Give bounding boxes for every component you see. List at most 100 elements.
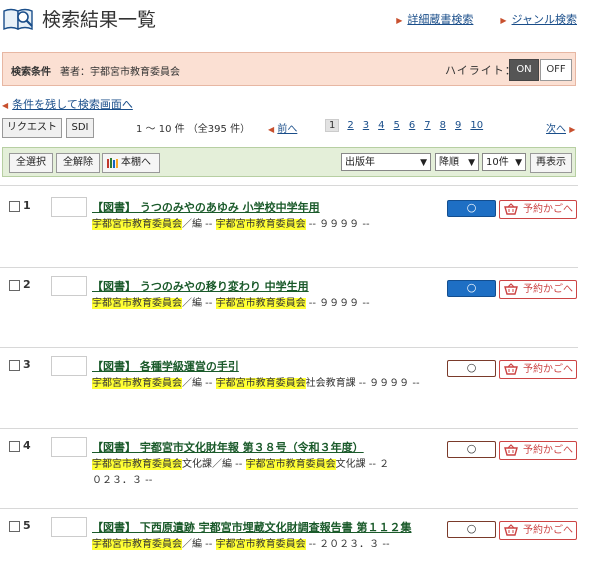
result-checkbox[interactable] bbox=[9, 280, 20, 291]
add-to-cart-button[interactable]: 予約かごへ bbox=[499, 521, 577, 540]
select-all-button[interactable]: 全選択 bbox=[9, 153, 53, 173]
result-checkbox[interactable] bbox=[9, 441, 20, 452]
page-link[interactable]: 9 bbox=[455, 120, 461, 131]
page-link[interactable]: 2 bbox=[347, 120, 353, 131]
author-text: ／編 -- bbox=[182, 219, 216, 230]
page-title: 検索結果一覧 bbox=[42, 9, 157, 31]
availability-status[interactable]: ○ bbox=[447, 280, 496, 297]
author-highlight: 宇都宮市教育委員会 bbox=[215, 539, 306, 550]
detail-search-link[interactable]: 詳細蔵書検索 bbox=[407, 13, 473, 26]
cover-thumbnail bbox=[51, 197, 87, 217]
result-number: 2 bbox=[23, 278, 31, 291]
result-title-link[interactable]: 【図書】 うつのみやの移り変わり 中学生用 bbox=[92, 278, 309, 294]
search-conditions-bar: 検索条件 著者：宇都宮市教育委員会 ハイライト： ON OFF bbox=[2, 52, 576, 86]
add-to-shelf-label: 本棚へ bbox=[121, 157, 151, 168]
basket-icon bbox=[504, 524, 518, 536]
author-highlight: 宇都宮市教育委員会 bbox=[92, 539, 182, 550]
page-numbers: 1 2 3 4 5 6 7 8 9 10 bbox=[325, 119, 492, 132]
page-link[interactable]: 7 bbox=[424, 120, 430, 131]
next-page: 次へ ▶ bbox=[546, 120, 575, 135]
result-number: 5 bbox=[23, 519, 31, 532]
divider bbox=[0, 185, 578, 186]
add-to-cart-label: 予約かごへ bbox=[523, 364, 573, 375]
add-to-cart-button[interactable]: 予約かごへ bbox=[499, 360, 577, 379]
add-to-shelf-button[interactable]: 本棚へ bbox=[102, 153, 160, 173]
author-text: -- ９９９９ -- bbox=[305, 298, 370, 309]
sdi-button[interactable]: SDI bbox=[66, 118, 94, 138]
divider bbox=[0, 428, 578, 429]
per-page-value: 10件 bbox=[486, 157, 509, 168]
basket-icon bbox=[504, 444, 518, 456]
deselect-all-button[interactable]: 全解除 bbox=[56, 153, 100, 173]
author-text: ／編 -- bbox=[182, 378, 216, 389]
add-to-cart-label: 予約かごへ bbox=[523, 284, 573, 295]
highlight-off-button[interactable]: OFF bbox=[540, 59, 572, 81]
availability-status[interactable]: ○ bbox=[447, 200, 496, 217]
add-to-cart-button[interactable]: 予約かごへ bbox=[499, 280, 577, 299]
prev-page: ◀ 前へ bbox=[268, 120, 297, 135]
bookshelf-icon bbox=[107, 158, 118, 168]
sort-field-select[interactable]: 出版年 ▼ bbox=[341, 153, 431, 171]
page-link[interactable]: 10 bbox=[470, 120, 483, 131]
genre-search-link[interactable]: ジャンル検索 bbox=[512, 13, 577, 26]
book-search-icon bbox=[3, 8, 33, 31]
page-link[interactable]: 5 bbox=[394, 120, 400, 131]
result-author: 宇都宮市教育委員会／編 -- 宇都宮市教育委員会 -- ２０２３．３ -- bbox=[92, 537, 422, 553]
result-number: 1 bbox=[23, 199, 31, 212]
author-text: ／編 -- bbox=[182, 298, 216, 309]
cover-thumbnail bbox=[51, 356, 87, 376]
author-highlight: 宇都宮市教育委員会 bbox=[245, 459, 336, 470]
author-highlight: 宇都宮市教育委員会 bbox=[92, 298, 182, 309]
result-checkbox[interactable] bbox=[9, 201, 20, 212]
triangle-left-icon: ◀ bbox=[2, 101, 9, 110]
conditions-value: 著者：宇都宮市教育委員会 bbox=[60, 67, 180, 78]
result-toolbar: 全選択 全解除 本棚へ 出版年 ▼ 降順 ▼ 10件 ▼ 再表示 bbox=[2, 147, 576, 177]
divider bbox=[0, 347, 578, 348]
back-to-search-link[interactable]: 条件を残して検索画面へ bbox=[12, 98, 133, 111]
add-to-cart-button[interactable]: 予約かごへ bbox=[499, 441, 577, 460]
pager-row: リクエスト SDI 1 ～ 10 件 （全395 件） ◀ 前へ 1234567… bbox=[0, 118, 595, 138]
availability-status[interactable]: ○ bbox=[447, 441, 496, 458]
result-number: 4 bbox=[23, 439, 31, 452]
prev-page-link[interactable]: 前へ bbox=[277, 124, 297, 135]
sort-order-select[interactable]: 降順 ▼ bbox=[435, 153, 479, 171]
triangle-right-icon: ▶ bbox=[396, 16, 403, 25]
page-link[interactable]: 4 bbox=[378, 120, 384, 131]
result-title-link[interactable]: 【図書】 各種学級運営の手引 bbox=[92, 358, 239, 374]
page-header: 検索結果一覧 ▶ 詳細蔵書検索 ▶ ジャンル検索 bbox=[0, 0, 595, 40]
availability-status[interactable]: ○ bbox=[447, 521, 496, 538]
highlight-on-button[interactable]: ON bbox=[509, 59, 539, 81]
add-to-cart-label: 予約かごへ bbox=[523, 525, 573, 536]
back-to-search: ◀ 条件を残して検索画面へ bbox=[2, 96, 133, 112]
header-links: ▶ 詳細蔵書検索 ▶ ジャンル検索 bbox=[396, 11, 577, 27]
result-author: 宇都宮市教育委員会／編 -- 宇都宮市教育委員会 -- ９９９９ -- bbox=[92, 217, 422, 233]
result-title-link[interactable]: 【図書】 宇都宮市文化財年報 第３８号（令和３年度） bbox=[92, 439, 364, 455]
chevron-down-icon: ▼ bbox=[515, 158, 522, 168]
author-highlight: 宇都宮市教育委員会 bbox=[92, 219, 182, 230]
triangle-right-icon: ▶ bbox=[500, 16, 507, 25]
result-number: 3 bbox=[23, 358, 31, 371]
result-title-link[interactable]: 【図書】 下西原遺跡 宇都宮市埋蔵文化財調査報告書 第１１２集 bbox=[92, 519, 412, 535]
request-button[interactable]: リクエスト bbox=[2, 118, 62, 138]
page-link[interactable]: 6 bbox=[409, 120, 415, 131]
sort-field-value: 出版年 bbox=[345, 157, 375, 168]
per-page-select[interactable]: 10件 ▼ bbox=[482, 153, 526, 171]
add-to-cart-button[interactable]: 予約かごへ bbox=[499, 200, 577, 219]
cover-thumbnail bbox=[51, 437, 87, 457]
page-link[interactable]: 3 bbox=[363, 120, 369, 131]
author-highlight: 宇都宮市教育委員会 bbox=[215, 298, 306, 309]
redisplay-button[interactable]: 再表示 bbox=[530, 153, 572, 173]
author-highlight: 宇都宮市教育委員会 bbox=[92, 378, 182, 389]
result-author: 宇都宮市教育委員会文化課／編 -- 宇都宮市教育委員会文化課 -- ２０２３．３… bbox=[92, 457, 392, 489]
result-checkbox[interactable] bbox=[9, 360, 20, 371]
sort-order-value: 降順 bbox=[439, 157, 459, 168]
result-title-link[interactable]: 【図書】 うつのみやのあゆみ 小学校中学年用 bbox=[92, 199, 320, 215]
result-checkbox[interactable] bbox=[9, 521, 20, 532]
availability-status[interactable]: ○ bbox=[447, 360, 496, 377]
cover-thumbnail bbox=[51, 517, 87, 537]
next-page-link[interactable]: 次へ bbox=[546, 124, 566, 135]
page-link[interactable]: 8 bbox=[440, 120, 446, 131]
cover-thumbnail bbox=[51, 276, 87, 296]
highlight-label: ハイライト： bbox=[445, 64, 517, 77]
author-text: -- ９９９９ -- bbox=[305, 219, 370, 230]
